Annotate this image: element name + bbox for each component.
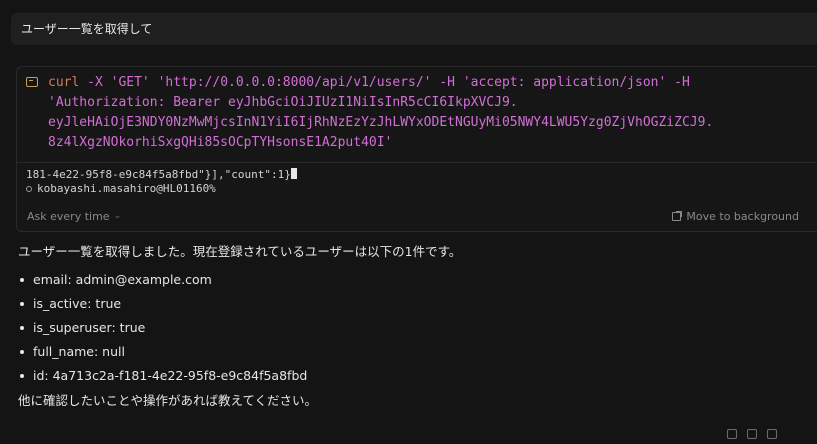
list-item: id: 4a713c2a-f181-4e22-95f8-e9c84f5a8fbd (18, 367, 808, 391)
answer-intro: ユーザー一覧を取得しました。現在登録されているユーザーは以下の1件です。 (18, 244, 462, 259)
cursor (290, 168, 297, 179)
move-to-background-label: Move to background (686, 209, 799, 223)
user-message[interactable]: ユーザー一覧を取得して (11, 13, 817, 45)
thumbs-down-icon[interactable] (747, 429, 757, 439)
move-to-background-button[interactable]: Move to background (672, 210, 799, 223)
external-icon (672, 210, 683, 221)
assistant-answer: ユーザー一覧を取得しました。現在登録されているユーザーは以下の1件です。 ema… (18, 243, 808, 410)
terminal-tool-card: curl -X 'GET' 'http://0.0.0.0:8000/api/v… (16, 66, 817, 232)
prompt-line: kobayashi.masahiro@HL01160% (26, 182, 817, 196)
list-item: full_name: null (18, 343, 808, 367)
list-item: is_superuser: true (18, 319, 808, 343)
chevron-down-icon: ⌄ (113, 211, 122, 221)
output-line: 181-4e22-95f8-e9c84f5a8fbd"}],"count":1} (26, 168, 817, 182)
message-actions (727, 429, 777, 439)
list-item: is_active: true (18, 295, 808, 319)
thumbs-up-icon[interactable] (727, 429, 737, 439)
prompt-dot-icon (26, 186, 32, 192)
command-line: eyJleHAiOjE3NDY0NzMwMjcsInN1YiI6IjRhNzEz… (48, 115, 714, 130)
list-item: email: admin@example.com (18, 271, 808, 295)
ask-every-time-dropdown[interactable]: Ask every time ⌄ (27, 210, 121, 223)
answer-closing: 他に確認したいことや操作があれば教えてください。 (18, 393, 318, 408)
copy-icon[interactable] (767, 429, 777, 439)
terminal-icon (26, 77, 38, 87)
tool-card-footer: Ask every time ⌄ Move to background (17, 201, 817, 231)
command-line: 8z4lXgzNOkorhiSxgQHi85sOCpTYHsonsE1A2put… (48, 135, 393, 150)
user-message-text: ユーザー一覧を取得して (21, 22, 153, 36)
command-block: curl -X 'GET' 'http://0.0.0.0:8000/api/v… (17, 67, 817, 163)
user-fields-list: email: admin@example.com is_active: true… (18, 271, 808, 391)
command-line: 'Authorization: Bearer eyJhbGciOiJIUzI1N… (48, 95, 518, 110)
ask-label: Ask every time (27, 209, 110, 223)
terminal-output[interactable]: 181-4e22-95f8-e9c84f5a8fbd"}],"count":1}… (17, 163, 817, 201)
command-line: curl -X 'GET' 'http://0.0.0.0:8000/api/v… (48, 75, 690, 90)
